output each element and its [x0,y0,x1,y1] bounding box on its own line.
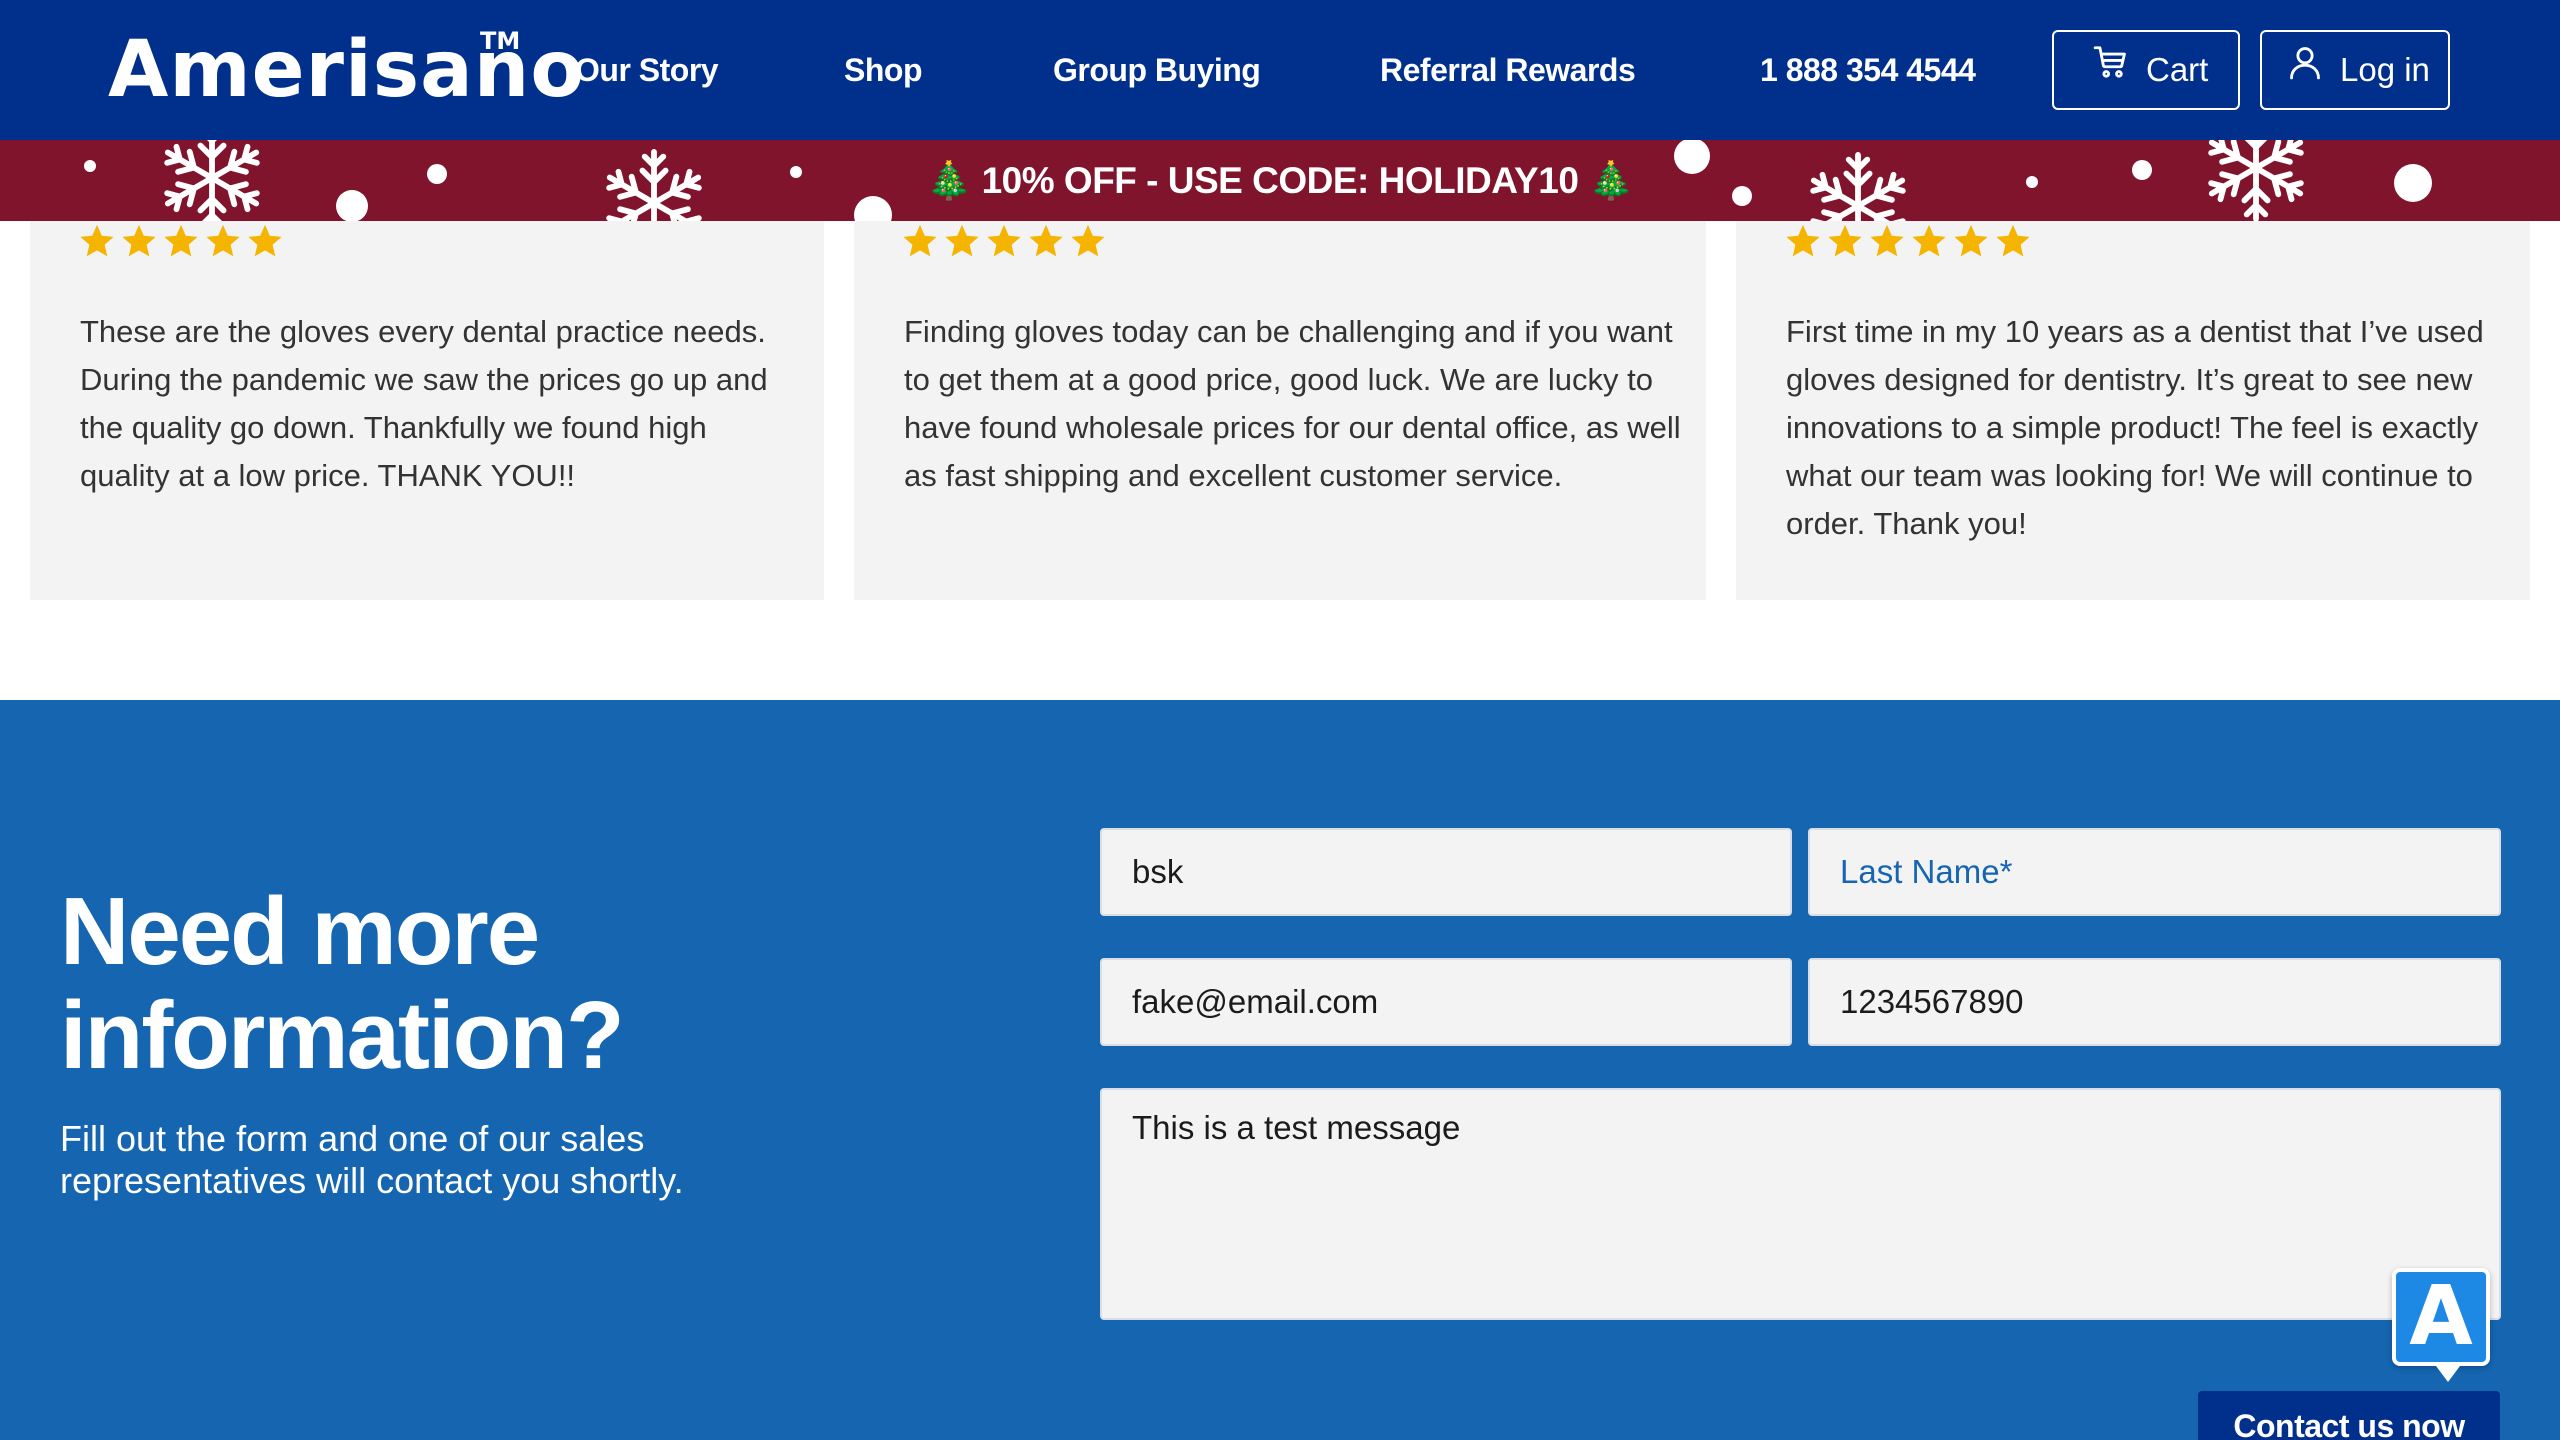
email-field[interactable] [1100,958,1792,1046]
cart-icon [2092,32,2130,108]
nav-referral-rewards[interactable]: Referral Rewards [1380,50,1636,90]
review-text: First time in my 10 years as a dentist t… [1786,314,2484,541]
star-icon [903,224,937,257]
star-icon [1954,224,1988,257]
star-rating [1784,222,2032,260]
message-field[interactable]: This is a test message [1100,1088,2501,1320]
star-rating [901,222,1107,260]
phone-field[interactable] [1808,958,2501,1046]
accessibility-icon: A [2409,1269,2473,1364]
review-text: Finding gloves today can be challenging … [904,314,1681,493]
contact-subheading: Fill out the form and one of our sales r… [60,1118,684,1201]
star-icon [1786,224,1820,257]
accessibility-widget-button[interactable]: A [2392,1268,2490,1382]
nav-group-buying[interactable]: Group Buying [1053,50,1261,90]
star-icon [987,224,1021,257]
star-icon [1828,224,1862,257]
star-icon [1912,224,1946,257]
cart-label: Cart [2146,51,2209,88]
star-icon [248,224,282,257]
site-header: Amerisano TM Our Story Shop Group Buying… [0,0,2560,140]
widget-tail [2436,1366,2460,1382]
christmas-tree-icon: 🎄 [1588,160,1634,201]
promo-code-text: 🎄 10% OFF - USE CODE: HOLIDAY10 🎄 [0,158,2560,204]
promo-banner: 🎄 10% OFF - USE CODE: HOLIDAY10 🎄 [0,140,2560,221]
last-name-field[interactable] [1808,828,2501,916]
first-name-field[interactable] [1100,828,1792,916]
star-icon [1071,224,1105,257]
star-icon [1870,224,1904,257]
star-icon [1996,224,2030,257]
star-icon [164,224,198,257]
login-button[interactable]: Log in [2260,30,2450,110]
nav-shop[interactable]: Shop [844,50,922,90]
star-icon [122,224,156,257]
login-label: Log in [2340,51,2430,88]
nav-our-story[interactable]: Our Story [575,50,719,90]
star-icon [206,224,240,257]
review-text: These are the gloves every dental practi… [80,314,768,493]
contact-submit-button[interactable]: Contact us now [2198,1391,2500,1440]
star-rating [78,222,284,260]
brand-logo[interactable]: Amerisano TM [108,27,585,110]
star-icon [1029,224,1063,257]
christmas-tree-icon: 🎄 [926,160,972,201]
promo-message: 10% OFF - USE CODE: HOLIDAY10 [981,160,1579,201]
trademark-mark: TM [480,27,521,55]
contact-heading: Need more information? [60,878,625,1089]
star-icon [80,224,114,257]
nav-phone-number[interactable]: 1 888 354 4544 [1760,50,1976,90]
user-icon [2286,32,2324,108]
star-icon [945,224,979,257]
cart-button[interactable]: Cart [2052,30,2240,110]
